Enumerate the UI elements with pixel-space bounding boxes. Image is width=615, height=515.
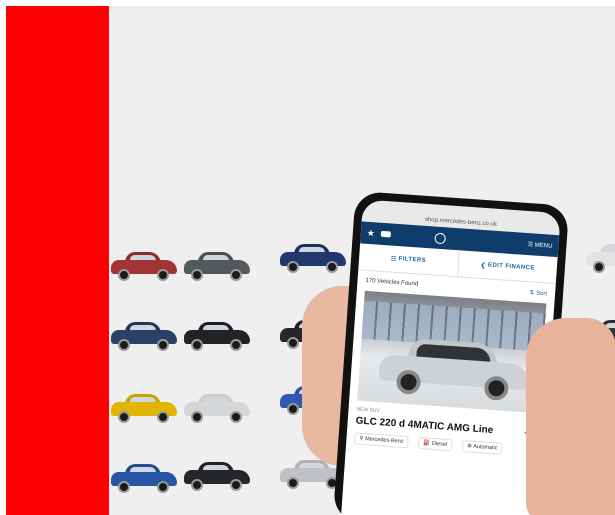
hand-thumb [526,318,615,515]
edit-finance-label: EDIT FINANCE [487,262,535,272]
menu-label: MENU [534,242,553,250]
car-thumbnail [109,250,179,281]
car-icon[interactable] [380,230,392,238]
sort-label: Sort [535,290,548,298]
car-thumbnail [182,320,252,351]
advert-scene: shop.mercedes-benz.co.uk ★ ☰ MENU ☷ FILT… [6,6,615,515]
spec-chip: ⚙ Automatic [461,439,503,455]
vehicle-image[interactable] [357,290,547,414]
car-thumbnail [182,250,252,281]
vehicles-found: 170 Vehicles Found [365,277,419,288]
star-icon[interactable]: ★ [366,227,376,239]
car-thumbnail [109,462,179,493]
menu-button[interactable]: ☰ MENU [528,241,553,250]
filters-label: FILTERS [398,256,427,264]
red-brand-band [6,6,109,515]
suv-image [378,332,532,402]
spec-chip: ⛽ Diesel [418,436,453,452]
car-thumbnail [109,392,179,423]
car-thumbnail [182,460,252,491]
car-thumbnail [278,242,348,273]
spec-chip: ⚲ Mercedes-Benz [354,432,409,449]
spec-transmission: Automatic [472,443,498,452]
spec-make: Mercedes-Benz [364,436,404,445]
car-thumbnail [109,320,179,351]
mercedes-star-icon[interactable] [434,232,447,244]
car-thumbnail [182,392,252,423]
car-thumbnail [584,242,615,273]
spec-fuel: Diesel [431,440,448,448]
sort-button[interactable]: ⇅ Sort [529,289,547,297]
